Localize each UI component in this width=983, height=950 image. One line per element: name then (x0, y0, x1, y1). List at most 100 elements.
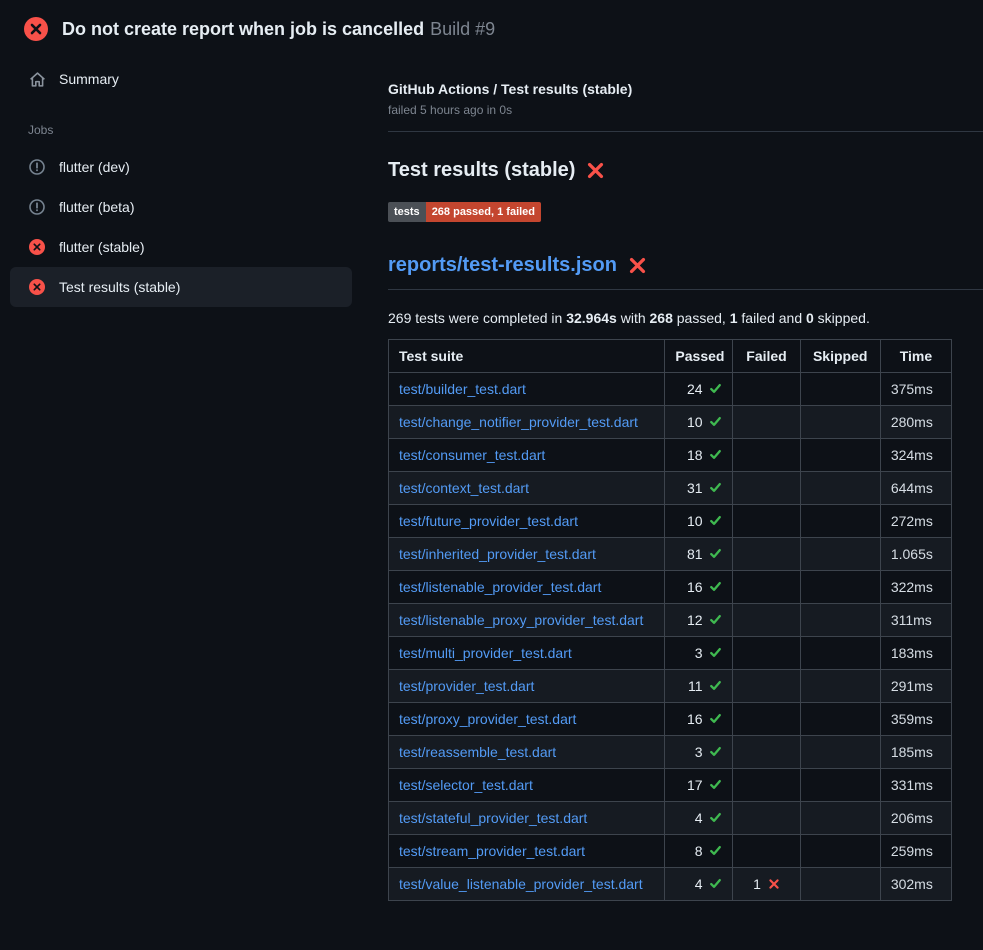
table-row: test/reassemble_test.dart3 185ms (389, 736, 952, 769)
time-cell: 291ms (880, 670, 951, 703)
skipped-cell (800, 472, 880, 505)
check-icon (709, 646, 722, 659)
sidebar-item[interactable]: flutter (beta) (10, 187, 352, 227)
suite-link[interactable]: test/future_provider_test.dart (399, 513, 578, 529)
skipped-cell (800, 769, 880, 802)
col-skipped: Skipped (800, 340, 880, 373)
main-content: GitHub Actions / Test results (stable) f… (362, 51, 983, 901)
col-time: Time (880, 340, 951, 373)
time-cell: 311ms (880, 604, 951, 637)
suite-link[interactable]: test/context_test.dart (399, 480, 529, 496)
failed-cell: 1 (733, 868, 800, 901)
suite-link[interactable]: test/multi_provider_test.dart (399, 645, 572, 661)
x-circle-icon (28, 239, 46, 255)
skipped-cell (800, 373, 880, 406)
suite-link[interactable]: test/stream_provider_test.dart (399, 843, 585, 859)
suite-cell: test/stateful_provider_test.dart (389, 802, 665, 835)
passed-cell: 10 (665, 406, 733, 439)
suite-cell: test/consumer_test.dart (389, 439, 665, 472)
divider (388, 131, 983, 132)
sidebar-item[interactable]: flutter (dev) (10, 147, 352, 187)
table-row: test/inherited_provider_test.dart 81 1.06… (389, 538, 952, 571)
suite-cell: test/builder_test.dart (389, 373, 665, 406)
time-cell: 1.065s (880, 538, 951, 571)
passed-cell: 4 (665, 802, 733, 835)
suite-link[interactable]: test/consumer_test.dart (399, 447, 545, 463)
suite-cell: test/multi_provider_test.dart (389, 637, 665, 670)
suite-link[interactable]: test/inherited_provider_test.dart (399, 546, 596, 562)
alert-circle-icon (28, 159, 46, 175)
home-icon (28, 71, 46, 88)
suite-link[interactable]: test/stateful_provider_test.dart (399, 810, 587, 826)
x-mark-icon (586, 161, 605, 180)
suite-cell: test/stream_provider_test.dart (389, 835, 665, 868)
divider (388, 289, 983, 290)
report-title-link[interactable]: reports/test-results.json (388, 254, 952, 277)
suite-cell: test/inherited_provider_test.dart (389, 538, 665, 571)
suite-link[interactable]: test/change_notifier_provider_test.dart (399, 414, 638, 430)
suite-link[interactable]: test/proxy_provider_test.dart (399, 711, 576, 727)
x-mark-icon (628, 256, 647, 275)
x-circle-icon (28, 279, 46, 295)
passed-cell: 24 (665, 373, 733, 406)
check-icon (709, 844, 722, 857)
run-meta: failed 5 hours ago in 0s (388, 103, 952, 117)
summary-skipped: 0 (806, 310, 814, 326)
suite-link[interactable]: test/builder_test.dart (399, 381, 526, 397)
results-table: Test suite Passed Failed Skipped Time te… (388, 339, 952, 901)
suite-link[interactable]: test/listenable_provider_test.dart (399, 579, 601, 595)
build-number: Build #9 (430, 19, 495, 39)
skipped-cell (800, 406, 880, 439)
page-title: Do not create report when job is cancell… (62, 19, 495, 40)
sidebar-item-summary[interactable]: Summary (10, 59, 352, 99)
failed-cell (733, 736, 800, 769)
time-cell: 302ms (880, 868, 951, 901)
skipped-cell (800, 571, 880, 604)
table-row: test/listenable_provider_test.dart16 322… (389, 571, 952, 604)
suite-link[interactable]: test/selector_test.dart (399, 777, 533, 793)
passed-cell: 81 (665, 538, 733, 571)
suite-cell: test/listenable_proxy_provider_test.dart (389, 604, 665, 637)
x-icon (768, 878, 780, 890)
time-cell: 359ms (880, 703, 951, 736)
breadcrumb: GitHub Actions / Test results (stable) (388, 81, 952, 97)
failed-cell (733, 835, 800, 868)
failed-cell (733, 571, 800, 604)
table-row: test/future_provider_test.dart10 272ms (389, 505, 952, 538)
passed-cell: 12 (665, 604, 733, 637)
alert-circle-icon (28, 199, 46, 215)
skipped-cell (800, 868, 880, 901)
time-cell: 185ms (880, 736, 951, 769)
table-row: test/stream_provider_test.dart8 259ms (389, 835, 952, 868)
skipped-cell (800, 670, 880, 703)
time-cell: 322ms (880, 571, 951, 604)
time-cell: 259ms (880, 835, 951, 868)
badge-value: 268 passed, 1 failed (426, 202, 541, 222)
suite-link[interactable]: test/listenable_proxy_provider_test.dart (399, 612, 643, 628)
check-icon (709, 547, 722, 560)
suite-link[interactable]: test/reassemble_test.dart (399, 744, 556, 760)
suite-cell: test/provider_test.dart (389, 670, 665, 703)
sidebar-summary-label: Summary (59, 71, 119, 87)
skipped-cell (800, 604, 880, 637)
check-icon (709, 448, 722, 461)
skipped-cell (800, 835, 880, 868)
tests-badge: tests 268 passed, 1 failed (388, 202, 541, 222)
check-icon (709, 877, 722, 890)
check-icon (709, 712, 722, 725)
table-header-row: Test suite Passed Failed Skipped Time (389, 340, 952, 373)
check-icon (709, 679, 722, 692)
sidebar-jobs-list: flutter (dev) flutter (beta)flutter (stab… (10, 147, 352, 307)
passed-cell: 31 (665, 472, 733, 505)
table-row: test/stateful_provider_test.dart4 206ms (389, 802, 952, 835)
failed-cell (733, 670, 800, 703)
sidebar-item[interactable]: flutter (stable) (10, 227, 352, 267)
table-row: test/consumer_test.dart18 324ms (389, 439, 952, 472)
suite-link[interactable]: test/value_listenable_provider_test.dart (399, 876, 643, 892)
sidebar-item[interactable]: Test results (stable) (10, 267, 352, 307)
skipped-cell (800, 703, 880, 736)
suite-link[interactable]: test/provider_test.dart (399, 678, 534, 694)
sidebar-item-label: flutter (dev) (59, 159, 130, 175)
time-cell: 272ms (880, 505, 951, 538)
jobs-heading: Jobs (10, 99, 352, 147)
